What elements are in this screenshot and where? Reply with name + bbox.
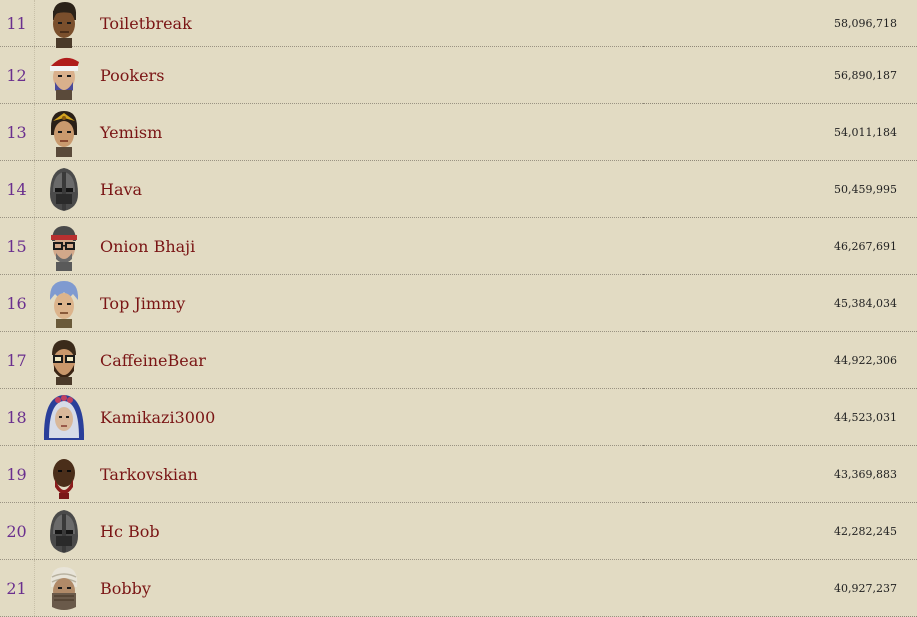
- score-cell: 44,922,306: [834, 353, 897, 367]
- table-row: 18 Kamikazi3000 44,523,031: [0, 389, 917, 446]
- column-divider: [34, 47, 35, 103]
- rank-cell: 14: [6, 179, 27, 199]
- score-cell: 43,369,883: [834, 467, 897, 481]
- score-cell: 45,384,034: [834, 296, 897, 310]
- score-cell: 58,096,718: [834, 16, 897, 30]
- turban-mask-head-icon: [38, 563, 90, 613]
- table-row: 19 Tarkovskian 43,369,883: [0, 446, 917, 503]
- player-name-link[interactable]: Pookers: [100, 47, 164, 103]
- player-name-link[interactable]: Toiletbreak: [100, 0, 192, 46]
- rank-cell: 11: [6, 13, 27, 33]
- table-row: 16 Top Jimmy 45,384,034: [0, 275, 917, 332]
- player-name-link[interactable]: CaffeineBear: [100, 332, 206, 388]
- score-cell: 50,459,995: [834, 182, 897, 196]
- player-name-link[interactable]: Kamikazi3000: [100, 389, 215, 445]
- blue-hood-head-icon: [38, 392, 90, 442]
- column-divider: [34, 0, 35, 46]
- rank-cell: 18: [6, 407, 27, 427]
- column-divider: [34, 560, 35, 616]
- column-divider: [34, 218, 35, 274]
- column-divider: [34, 104, 35, 160]
- rank-cell: 20: [6, 521, 27, 541]
- tiara-head-icon: [38, 107, 90, 157]
- glasses-bearded-head-icon: [38, 335, 90, 385]
- table-row: 13 Yemism 54,011,184: [0, 104, 917, 161]
- table-row: 14 Hava 50,459,995: [0, 161, 917, 218]
- player-name-link[interactable]: Onion Bhaji: [100, 218, 195, 274]
- iron-helm-icon: [38, 164, 90, 214]
- score-cell: 54,011,184: [834, 125, 897, 139]
- column-divider: [34, 503, 35, 559]
- score-cell: 42,282,245: [834, 524, 897, 538]
- rank-cell: 19: [6, 464, 27, 484]
- column-divider: [34, 389, 35, 445]
- table-row: 21 Bobby 40,927,237: [0, 560, 917, 617]
- red-bearded-head-icon: [38, 449, 90, 499]
- blue-haired-head-icon: [38, 278, 90, 328]
- player-name-link[interactable]: Hava: [100, 161, 142, 217]
- iron-helm-icon: [38, 506, 90, 556]
- table-row: 17 CaffeineBear 44,922,306: [0, 332, 917, 389]
- table-row: 20 Hc Bob 42,282,245: [0, 503, 917, 560]
- player-name-link[interactable]: Hc Bob: [100, 503, 160, 559]
- column-divider: [34, 332, 35, 388]
- table-row: 12 Pookers 56,890,187: [0, 47, 917, 104]
- table-row: 11 Toiletbreak 58,096,718: [0, 0, 917, 48]
- column-divider: [34, 161, 35, 217]
- rank-cell: 13: [6, 122, 27, 142]
- rank-cell: 16: [6, 293, 27, 313]
- rank-cell: 21: [6, 578, 27, 598]
- score-cell: 56,890,187: [834, 68, 897, 82]
- player-name-link[interactable]: Tarkovskian: [100, 446, 198, 502]
- player-name-link[interactable]: Top Jimmy: [100, 275, 185, 331]
- column-divider: [34, 446, 35, 502]
- dark-haired-head-icon: [38, 2, 90, 48]
- rank-cell: 17: [6, 350, 27, 370]
- headband-glasses-head-icon: [38, 221, 90, 271]
- player-name-link[interactable]: Yemism: [100, 104, 162, 160]
- player-name-link[interactable]: Bobby: [100, 560, 151, 616]
- table-row: 15 Onion Bhaji 46,267,691: [0, 218, 917, 275]
- rank-cell: 12: [6, 65, 27, 85]
- score-cell: 40,927,237: [834, 581, 897, 595]
- column-divider: [34, 275, 35, 331]
- hiscores-table: 11 Toiletbreak 58,096,718 12 Pookers 56,…: [0, 0, 917, 617]
- santa-hat-head-icon: [38, 50, 90, 100]
- score-cell: 46,267,691: [834, 239, 897, 253]
- rank-cell: 15: [6, 236, 27, 256]
- score-cell: 44,523,031: [834, 410, 897, 424]
